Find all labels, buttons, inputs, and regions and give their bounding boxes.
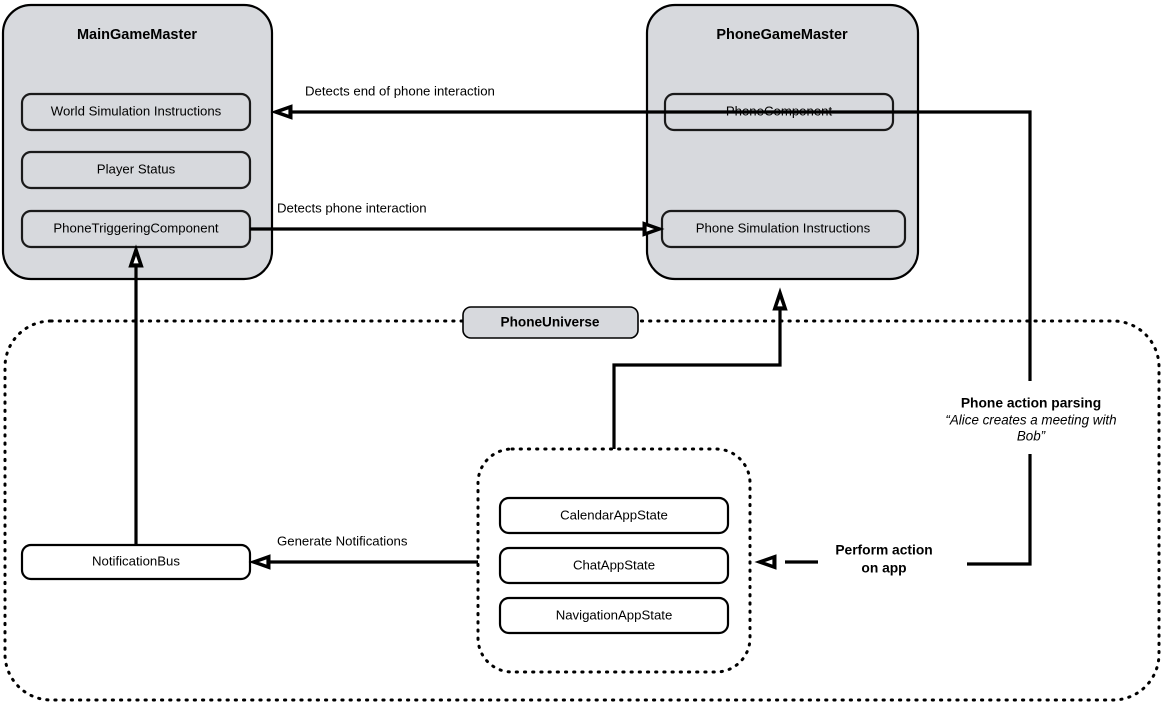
edge-phone-action-parsing-lower (967, 454, 1032, 566)
node-world-simulation-instructions-label: World Simulation Instructions (51, 103, 222, 118)
node-notification-bus-label: NotificationBus (92, 553, 180, 568)
main-game-master-title: MainGameMaster (77, 27, 197, 43)
diagram-root: MainGameMaster World Simulation Instruct… (0, 0, 1164, 706)
node-player-status-label: Player Status (97, 161, 176, 176)
phone-game-master-title: PhoneGameMaster (716, 27, 848, 43)
annotation-phone-action-parsing-quote-line2: Bob” (1017, 429, 1046, 444)
phone-universe-label: PhoneUniverse (501, 315, 600, 330)
edge-generate-notifications-label: Generate Notifications (277, 533, 408, 548)
node-calendar-app-state-label: CalendarAppState (560, 507, 668, 522)
annotation-perform-action-line1: Perform action (835, 543, 932, 558)
architecture-diagram: MainGameMaster World Simulation Instruct… (1, 3, 1161, 702)
node-navigation-app-state-label: NavigationAppState (556, 607, 673, 622)
annotation-phone-action-parsing-quote-line1: “Alice creates a meeting with (945, 413, 1116, 428)
annotation-phone-action-parsing-heading: Phone action parsing (961, 396, 1101, 411)
node-phone-triggering-component-label: PhoneTriggeringComponent (53, 220, 219, 235)
annotation-perform-action-line2: on app (861, 561, 906, 576)
node-phone-simulation-instructions-label: Phone Simulation Instructions (696, 220, 871, 235)
edge-detects-start-label: Detects phone interaction (277, 200, 427, 215)
edge-detects-end-label: Detects end of phone interaction (305, 83, 495, 98)
edge-appstates-to-phonegm-line (612, 303, 782, 449)
node-chat-app-state-label: ChatAppState (573, 557, 655, 572)
